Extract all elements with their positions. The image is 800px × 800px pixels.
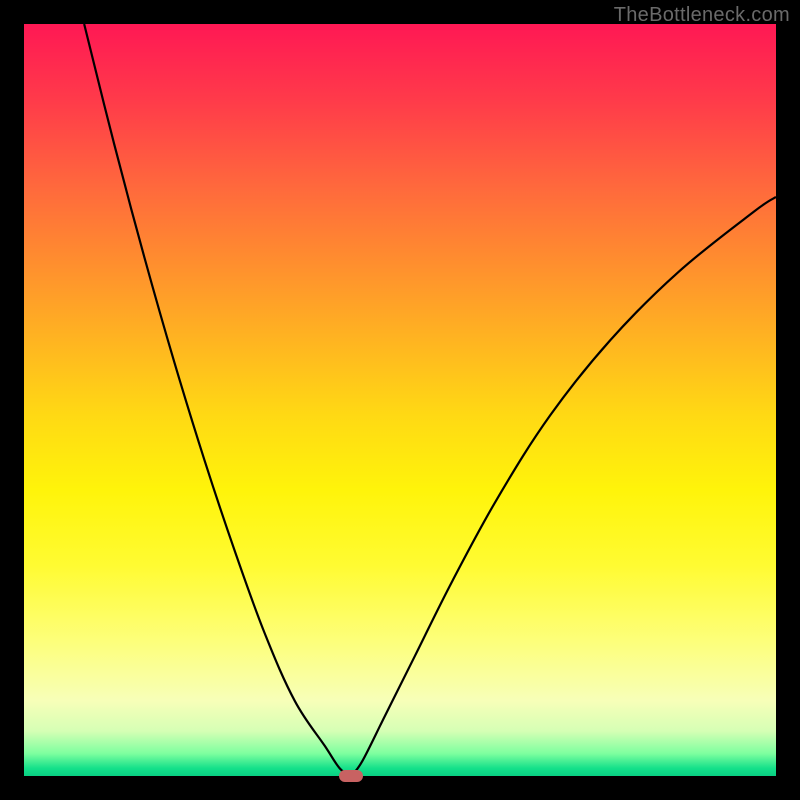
target-marker — [339, 770, 363, 782]
curve-right — [351, 197, 776, 776]
bottleneck-curve — [24, 24, 776, 776]
plot-area — [24, 24, 776, 776]
chart-frame: TheBottleneck.com — [0, 0, 800, 800]
watermark-text: TheBottleneck.com — [614, 4, 790, 27]
curve-left — [84, 24, 351, 776]
